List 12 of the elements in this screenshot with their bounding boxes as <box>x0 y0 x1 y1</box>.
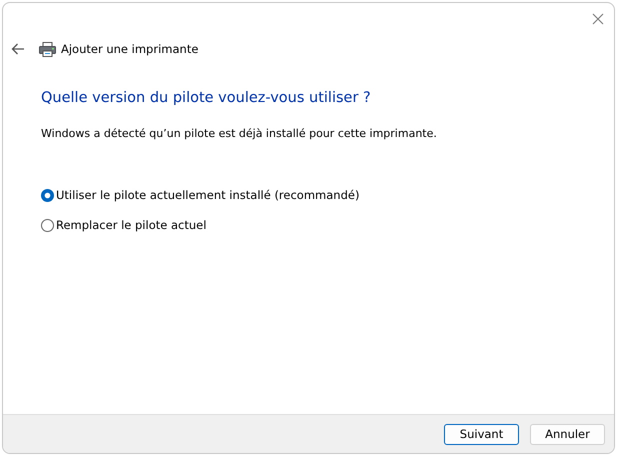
window-title: Ajouter une imprimante <box>61 42 198 56</box>
description-text: Windows a détecté qu’un pilote est déjà installé pour cette imprimante. <box>41 127 438 140</box>
printer-icon <box>39 42 56 56</box>
cancel-button[interactable]: Annuler <box>530 424 605 444</box>
radio-option[interactable]: Remplacer le pilote actuel <box>41 218 614 232</box>
close-icon[interactable] <box>592 13 604 25</box>
back-arrow-icon[interactable] <box>11 43 25 55</box>
page-heading: Quelle version du pilote voulez-vous utiliser ? <box>41 90 372 106</box>
next-button[interactable]: Suivant <box>444 424 519 444</box>
radio-option[interactable]: Utiliser le pilote actuellement installé (recommandé) <box>41 188 614 202</box>
radio-button[interactable] <box>41 188 54 202</box>
radio-button[interactable] <box>41 218 54 232</box>
